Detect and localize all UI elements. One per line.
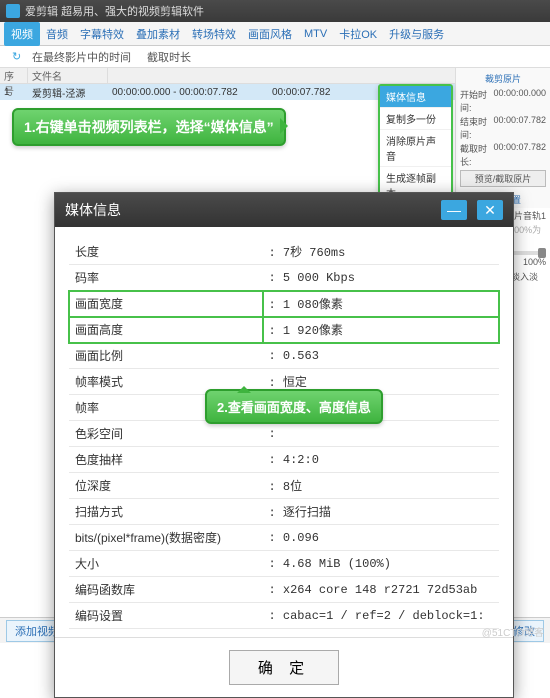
tab-karaoke[interactable]: 卡拉OK (333, 26, 383, 42)
ctx-media-info[interactable]: 媒体信息 (380, 86, 451, 108)
info-key: 码率 (69, 265, 263, 291)
info-row: 画面高度: 1 920像素 (69, 317, 499, 343)
info-key: 画面宽度 (69, 291, 263, 317)
info-row: 位深度: 8位 (69, 473, 499, 499)
annotation-step2: 2.查看画面宽度、高度信息 (205, 389, 383, 424)
info-row: bits/(pixel*frame)(数据密度): 0.096 (69, 525, 499, 551)
dialog-titlebar: 媒体信息 — ✕ (55, 193, 513, 227)
info-key: 画面比例 (69, 343, 263, 369)
col-num: 序号 (0, 68, 28, 83)
preview-trim-button[interactable]: 预览/截取原片 (460, 170, 546, 187)
info-row: 扫描方式: 逐行扫描 (69, 499, 499, 525)
info-key: 编码设置 (69, 603, 263, 629)
app-name: 爱剪辑 (25, 3, 58, 19)
row-span: 00:00:00.000 - 00:00:07.782 (112, 87, 272, 98)
info-row: 长度: 7秒 760ms (69, 239, 499, 265)
info-row: 画面比例: 0.563 (69, 343, 499, 369)
end-label: 结束时间: (460, 115, 493, 141)
info-key: 扫描方式 (69, 499, 263, 525)
info-key: 长度 (69, 239, 263, 265)
tab-upgrade[interactable]: 升级与服务 (383, 26, 450, 42)
info-row: 大小: 4.68 MiB (100%) (69, 551, 499, 577)
end-value: 00:00:07.782 (493, 115, 546, 141)
row-name: 爱剪辑-泾源 (32, 85, 112, 100)
title-bar: 爱剪辑 超易用、强大的视频剪辑软件 (0, 0, 550, 22)
ctx-mute[interactable]: 消除原片声音 (380, 130, 451, 167)
tab-audio[interactable]: 音频 (40, 26, 74, 42)
tab-transition[interactable]: 转场特效 (186, 26, 242, 42)
side-panel: 裁剪原片 开始时间:00:00:00.000 结束时间:00:00:07.782… (455, 68, 550, 208)
info-value: : x264 core 148 r2721 72d53ab (263, 577, 500, 603)
info-value: : 0.563 (263, 343, 500, 369)
media-info-table: 长度: 7秒 760ms码率: 5 000 Kbps画面宽度: 1 080像素画… (69, 239, 499, 629)
video-list-panel: 序号 文件名 1 爱剪辑-泾源 00:00:00.000 - 00:00:07.… (0, 68, 455, 208)
info-value: : 4:2:0 (263, 447, 500, 473)
info-key: 大小 (69, 551, 263, 577)
info-value: : 5 000 Kbps (263, 265, 500, 291)
info-key: bits/(pixel*frame)(数据密度) (69, 525, 263, 551)
info-row: 编码设置: cabac=1 / ref=2 / deblock=1: (69, 603, 499, 629)
close-icon[interactable]: ✕ (477, 200, 503, 220)
info-value: : (263, 421, 500, 447)
tab-mtv[interactable]: MTV (298, 28, 333, 40)
tab-style[interactable]: 画面风格 (242, 26, 298, 42)
info-row: 码率: 5 000 Kbps (69, 265, 499, 291)
dur-label: 截取时长: (460, 142, 493, 168)
start-value: 00:00:00.000 (493, 88, 546, 114)
info-row: 编码函数库: x264 core 148 r2721 72d53ab (69, 577, 499, 603)
info-row: 色度抽样: 4:2:0 (69, 447, 499, 473)
info-row: 色彩空间: (69, 421, 499, 447)
dialog-title: 媒体信息 (65, 200, 121, 220)
info-value: : 1 080像素 (263, 291, 500, 317)
info-value: : cabac=1 / ref=2 / deblock=1: (263, 603, 500, 629)
annotation-step1: 1.右键单击视频列表栏，选择“媒体信息” (12, 108, 286, 146)
info-value: : 7秒 760ms (263, 239, 500, 265)
info-value: : 逐行扫描 (263, 499, 500, 525)
col-name: 文件名 (28, 68, 108, 83)
minimize-icon[interactable]: — (441, 200, 467, 220)
info-value: : 0.096 (263, 525, 500, 551)
info-key: 编码函数库 (69, 577, 263, 603)
sub-toolbar: ↻ 在最终影片中的时间 截取时长 (0, 46, 550, 68)
ok-button[interactable]: 确 定 (229, 650, 339, 685)
info-value: : 8位 (263, 473, 500, 499)
app-subtitle: 超易用、强大的视频剪辑软件 (61, 3, 204, 19)
info-row: 画面宽度: 1 080像素 (69, 291, 499, 317)
start-label: 开始时间: (460, 88, 493, 114)
row-num: 1 (4, 87, 32, 98)
subbar-label-dur: 截取时长 (139, 49, 199, 65)
info-value: : 1 920像素 (263, 317, 500, 343)
reload-icon[interactable]: ↻ (4, 50, 20, 64)
subbar-label-time: 在最终影片中的时间 (24, 49, 139, 65)
watermark: @51CTO博客 (482, 624, 544, 639)
media-info-dialog: 媒体信息 — ✕ 长度: 7秒 760ms码率: 5 000 Kbps画面宽度:… (54, 192, 514, 698)
row-dur: 00:00:07.782 (272, 87, 330, 98)
app-logo-icon (6, 4, 20, 18)
info-key: 位深度 (69, 473, 263, 499)
ctx-copy[interactable]: 复制多一份 (380, 108, 451, 130)
info-key: 画面高度 (69, 317, 263, 343)
info-key: 色彩空间 (69, 421, 263, 447)
info-value: : 4.68 MiB (100%) (263, 551, 500, 577)
tab-overlay[interactable]: 叠加素材 (130, 26, 186, 42)
tab-video[interactable]: 视频 (4, 22, 40, 46)
tab-subtitle[interactable]: 字幕特效 (74, 26, 130, 42)
list-header: 序号 文件名 (0, 68, 455, 84)
main-menu: 视频 音频 字幕特效 叠加素材 转场特效 画面风格 MTV 卡拉OK 升级与服务 (0, 22, 550, 46)
section-trim-title: 裁剪原片 (460, 72, 546, 85)
info-key: 色度抽样 (69, 447, 263, 473)
dur-value: 00:00:07.782 (493, 142, 546, 168)
